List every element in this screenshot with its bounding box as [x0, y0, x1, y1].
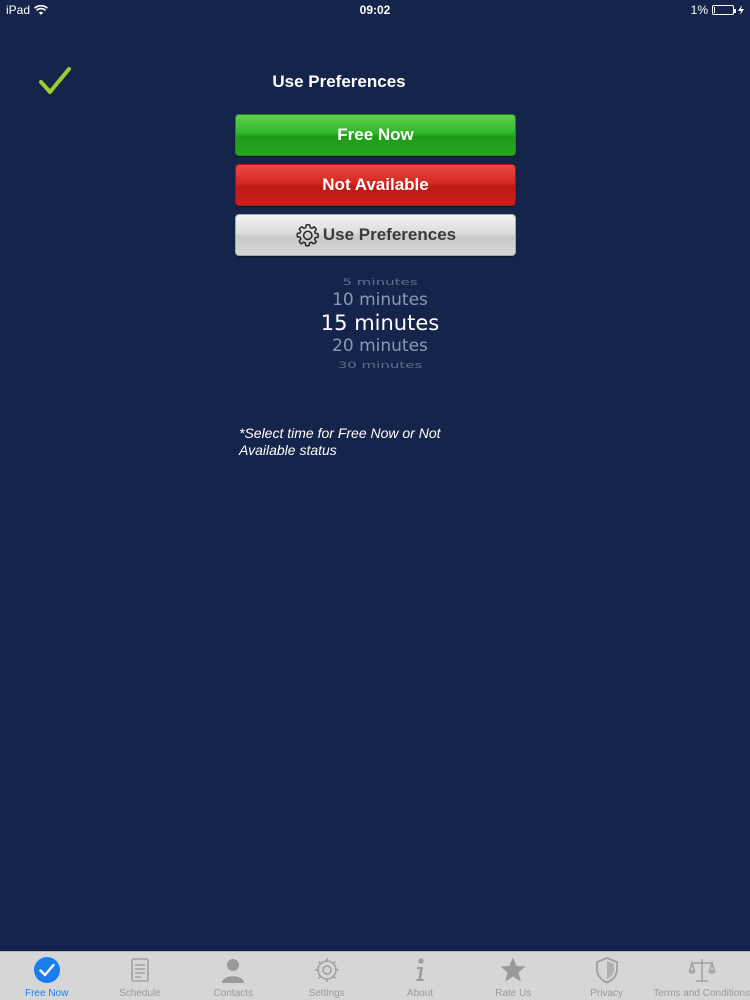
document-icon [125, 955, 155, 985]
tab-contacts[interactable]: Contacts [187, 952, 280, 1000]
tab-settings[interactable]: Settings [280, 952, 373, 1000]
tab-privacy[interactable]: Privacy [560, 952, 653, 1000]
gear-icon [296, 223, 319, 247]
picker-item[interactable]: 5 minutes [250, 277, 510, 288]
free-now-label: Free Now [337, 125, 414, 144]
tab-about[interactable]: About [373, 952, 466, 1000]
free-now-button[interactable]: Free Now [235, 114, 516, 156]
picker-item[interactable]: 30 minutes [250, 360, 510, 370]
use-preferences-label: Use Preferences [322, 225, 457, 244]
battery-icon [712, 5, 736, 15]
instruction-note: *Select time for Free Now or Not Availab… [239, 425, 441, 458]
time-picker[interactable]: 5 minutes 10 minutes 15 minutes 20 minut… [250, 270, 510, 370]
tab-label: Settings [308, 988, 345, 999]
page-title: Use Preferences [272, 72, 406, 91]
gear-icon [312, 955, 342, 985]
tab-label: About [406, 988, 434, 999]
tab-label: Contacts [213, 988, 254, 999]
shield-icon [592, 955, 622, 985]
battery-percent: 1% [690, 3, 708, 17]
tab-label: Terms and Conditions [653, 988, 750, 999]
picker-item[interactable]: 10 minutes [250, 290, 510, 310]
charging-bolt-icon [738, 5, 744, 15]
tab-schedule[interactable]: Schedule [93, 952, 186, 1000]
person-icon [218, 955, 248, 985]
scales-icon [687, 955, 717, 985]
picker-item-selected[interactable]: 15 minutes [250, 311, 510, 335]
info-icon [405, 955, 435, 985]
tab-label: Schedule [119, 988, 161, 999]
picker-item[interactable]: 20 minutes [250, 336, 510, 356]
use-preferences-button[interactable]: Use Preferences [235, 214, 516, 256]
status-bar: iPad 09:02 1% [0, 0, 750, 20]
tab-rate-us[interactable]: Rate Us [467, 952, 560, 1000]
tab-free-now[interactable]: Free Now [0, 952, 93, 1000]
not-available-button[interactable]: Not Available [235, 164, 516, 206]
status-right: 1% [691, 3, 744, 17]
tab-terms[interactable]: Terms and Conditions [653, 952, 750, 1000]
star-icon [498, 955, 528, 985]
check-circle-icon [32, 955, 62, 985]
not-available-label: Not Available [322, 175, 429, 194]
tab-label: Free Now [24, 988, 69, 999]
status-time: 09:02 [359, 3, 391, 17]
tab-label: Privacy [590, 988, 624, 999]
tab-bar: Free Now Schedule Contacts Settings Abou… [0, 951, 750, 1000]
tab-label: Rate Us [495, 988, 532, 999]
